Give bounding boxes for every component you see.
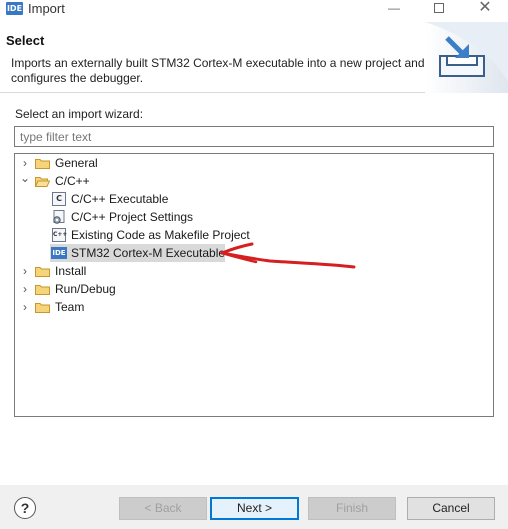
expand-chevron-icon[interactable]: › (20, 298, 30, 316)
cpp-file-icon: C++ (52, 228, 67, 242)
page-title: Select (6, 33, 45, 48)
finish-button[interactable]: Finish (308, 497, 396, 520)
tree-item-label: Team (55, 300, 85, 314)
tree-item-general[interactable]: › General (15, 154, 493, 172)
wizard-label: Select an import wizard: (15, 107, 144, 121)
folder-icon (35, 267, 50, 277)
maximize-icon (434, 3, 444, 13)
tree-item-cpp-executable[interactable]: C C/C++ Executable (15, 190, 493, 208)
page-description: Imports an externally built STM32 Cortex… (11, 56, 425, 85)
folder-icon (35, 159, 50, 169)
close-button[interactable]: ✕ (468, 0, 502, 18)
tree-item-label: Run/Debug (55, 282, 116, 296)
tree-item-label: C/C++ Project Settings (71, 210, 194, 224)
tree-item-label: STM32 Cortex-M Executable (71, 246, 226, 260)
tree-item-label: General (55, 156, 98, 170)
wizard-header: Select Imports an externally built STM32… (0, 22, 508, 93)
back-button[interactable]: < Back (119, 497, 207, 520)
c-file-icon: C (52, 192, 66, 206)
expand-chevron-icon[interactable]: › (20, 280, 30, 298)
tree-item-label: Install (55, 264, 87, 278)
folder-icon (35, 285, 50, 295)
wizard-tree[interactable]: › General ⌄ C/C++ C C/C++ Executable C/C… (14, 153, 494, 417)
window-title: Import (28, 1, 65, 16)
tree-item-run-debug[interactable]: › Run/Debug (15, 280, 493, 298)
settings-file-icon (53, 210, 65, 224)
tree-item-label: C/C++ Executable (71, 192, 169, 206)
cancel-button[interactable]: Cancel (407, 497, 495, 520)
ide-icon: IDE (51, 247, 67, 259)
tree-item-label: C/C++ (55, 174, 90, 188)
expand-chevron-icon[interactable]: › (20, 262, 30, 280)
tree-item-install[interactable]: › Install (15, 262, 493, 280)
filter-input[interactable] (14, 126, 494, 147)
title-bar: IDE Import — ✕ (0, 0, 508, 18)
folder-icon (35, 303, 50, 313)
button-bar: ? < Back Next > Finish Cancel (0, 485, 508, 529)
app-ide-icon: IDE (6, 2, 23, 15)
maximize-button[interactable] (422, 0, 456, 18)
help-button[interactable]: ? (14, 497, 36, 519)
import-wizard-banner-icon (425, 22, 508, 93)
tree-item-label: Existing Code as Makefile Project (71, 228, 250, 242)
tree-item-cpp[interactable]: ⌄ C/C++ (15, 169, 493, 190)
minimize-button[interactable]: — (377, 0, 411, 18)
tree-item-makefile-project[interactable]: C++ Existing Code as Makefile Project (15, 226, 493, 244)
next-button[interactable]: Next > (210, 497, 299, 520)
tree-item-team[interactable]: › Team (15, 298, 493, 316)
folder-open-icon (35, 177, 50, 187)
collapse-chevron-icon[interactable]: ⌄ (20, 169, 30, 187)
tree-item-cpp-project-settings[interactable]: C/C++ Project Settings (15, 208, 493, 226)
tree-item-stm32-executable[interactable]: IDE STM32 Cortex-M Executable (15, 244, 493, 262)
